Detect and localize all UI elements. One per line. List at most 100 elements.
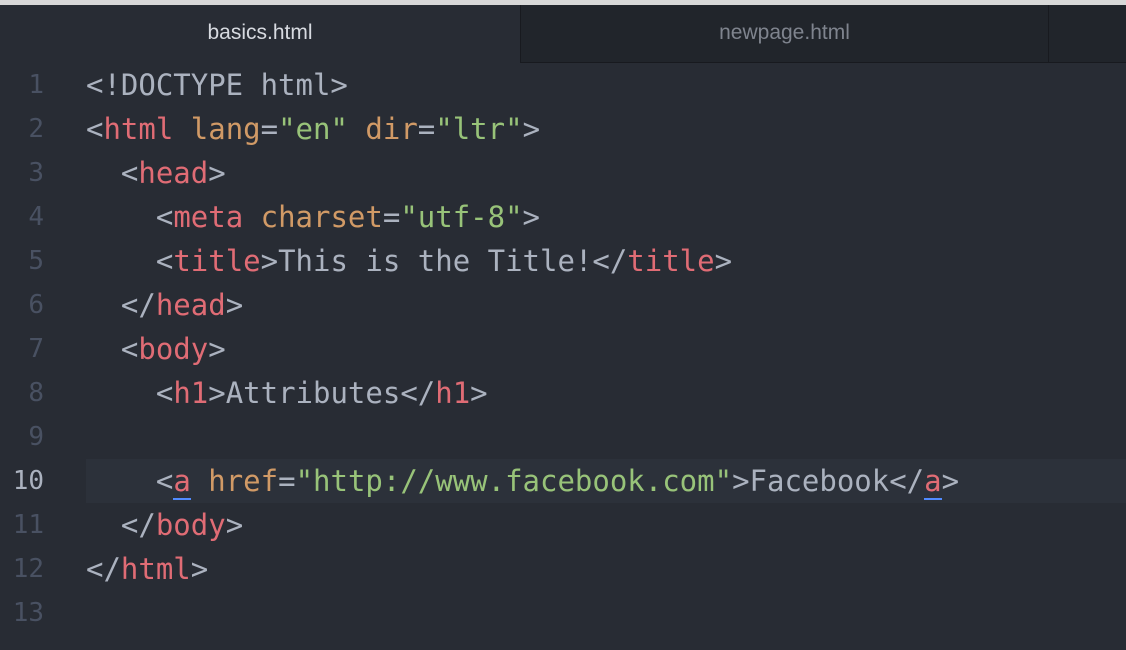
code-token: This is the Title! <box>278 244 593 278</box>
line-number: 1 <box>28 70 44 100</box>
code-token: body <box>155 508 226 542</box>
code-token: href <box>208 464 279 498</box>
code-token: > <box>522 200 540 234</box>
code-token: > <box>522 112 541 146</box>
code-text[interactable]: </html> <box>86 547 208 591</box>
code-token: > <box>208 376 226 410</box>
code-token: "http://www.facebook.com" <box>295 464 733 498</box>
code-line[interactable]: 7 <body> <box>0 327 1126 371</box>
code-token: title <box>627 244 715 278</box>
code-line[interactable]: 1 <!DOCTYPE html> <box>0 63 1126 107</box>
code-token: < <box>155 200 174 234</box>
code-token: charset <box>260 200 383 234</box>
code-token: Attributes <box>225 376 401 410</box>
line-number: 8 <box>28 378 44 408</box>
code-token: > <box>208 332 226 366</box>
code-text[interactable]: <html lang="en" dir="ltr"> <box>86 107 540 151</box>
tab-label: basics.html <box>207 21 313 44</box>
tab-label: newpage.html <box>719 20 850 44</box>
code-line[interactable]: 4 <meta charset="utf-8"> <box>0 195 1126 239</box>
code-text[interactable]: <title>This is the Title!</title> <box>86 239 732 283</box>
code-token: </ <box>889 464 925 498</box>
code-token: < <box>155 376 174 410</box>
line-number: 12 <box>12 554 44 584</box>
line-number: 11 <box>12 510 44 540</box>
code-token: < <box>155 464 174 498</box>
code-text[interactable]: <!DOCTYPE html> <box>86 63 348 107</box>
line-number: 4 <box>28 202 44 232</box>
tab-bar-empty-area <box>1049 5 1126 63</box>
code-token: </ <box>120 508 156 542</box>
code-text[interactable]: </body> <box>86 503 243 547</box>
tab-newpage-html[interactable]: newpage.html <box>521 5 1049 63</box>
code-line[interactable]: 8 <h1>Attributes</h1> <box>0 371 1126 415</box>
code-text[interactable]: <meta charset="utf-8"> <box>86 195 540 239</box>
code-token: </ <box>120 288 156 322</box>
code-token: Facebook <box>749 464 890 498</box>
code-token: html <box>120 552 191 586</box>
tab-basics-html[interactable]: basics.html <box>0 5 521 63</box>
code-line[interactable]: 3 <head> <box>0 151 1126 195</box>
code-line[interactable]: 6 </head> <box>0 283 1126 327</box>
line-number: 9 <box>28 422 44 452</box>
code-token: = <box>382 200 401 234</box>
code-token: title <box>173 244 261 278</box>
code-line[interactable]: 2 <html lang="en" dir="ltr"> <box>0 107 1126 151</box>
code-token: </ <box>400 376 436 410</box>
code-token: > <box>941 464 960 498</box>
code-token: h1 <box>173 376 209 410</box>
code-token: > <box>732 464 750 498</box>
code-token: "utf-8" <box>400 200 523 234</box>
code-line[interactable]: 5 <title>This is the Title!</title> <box>0 239 1126 283</box>
code-token: dir <box>365 112 418 146</box>
code-text[interactable]: <h1>Attributes</h1> <box>86 371 488 415</box>
code-token: > <box>714 244 733 278</box>
code-text[interactable]: <a href="http://www.facebook.com">Facebo… <box>86 459 959 503</box>
code-token: </ <box>592 244 628 278</box>
code-line[interactable]: 12 </html> <box>0 547 1126 591</box>
line-number: 3 <box>28 158 44 188</box>
code-text[interactable]: <head> <box>86 151 226 195</box>
code-token: > <box>190 552 209 586</box>
code-token: > <box>260 244 279 278</box>
code-token: a <box>173 464 191 500</box>
code-line[interactable]: 11 </body> <box>0 503 1126 547</box>
code-line[interactable]: 13 <box>0 591 1126 635</box>
tab-bar: basics.html newpage.html <box>0 5 1126 63</box>
code-token: < <box>120 332 139 366</box>
code-token: > <box>225 288 244 322</box>
code-token: < <box>86 112 104 146</box>
code-text[interactable]: <body> <box>86 327 226 371</box>
code-line[interactable]: 10 <a href="http://www.facebook.com">Fac… <box>0 459 1126 503</box>
code-token: body <box>138 332 209 366</box>
code-token: <!DOCTYPE html> <box>86 68 348 102</box>
code-token: h1 <box>435 376 471 410</box>
code-token: < <box>120 156 139 190</box>
code-editor[interactable]: 1 <!DOCTYPE html> 2 <html lang="en" dir="lt… <box>0 63 1126 650</box>
code-line[interactable]: 9 <box>0 415 1126 459</box>
code-text[interactable]: </head> <box>86 283 243 327</box>
line-number: 6 <box>28 290 44 320</box>
code-token: meta <box>173 200 244 234</box>
code-token: lang <box>190 112 261 146</box>
code-token: < <box>155 244 174 278</box>
code-token: > <box>208 156 226 190</box>
code-token: = <box>260 112 279 146</box>
code-token: > <box>225 508 244 542</box>
line-number: 2 <box>28 114 44 144</box>
code-token: html <box>103 112 174 146</box>
line-number: 7 <box>28 334 44 364</box>
code-token: head <box>155 288 226 322</box>
code-token: a <box>924 464 942 500</box>
line-number: 13 <box>12 598 44 628</box>
